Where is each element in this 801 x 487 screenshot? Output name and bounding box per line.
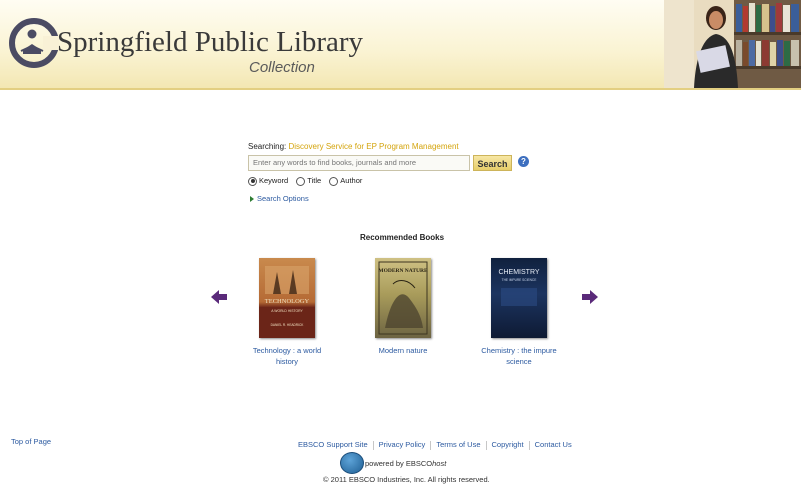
radio-author-label: Author xyxy=(340,176,363,185)
searching-label: Searching: xyxy=(248,142,287,151)
header: Springfield Public Library Collection xyxy=(0,0,801,90)
library-logo-icon[interactable] xyxy=(9,18,59,68)
book-caption-chemistry[interactable]: Chemistry : the impure science xyxy=(474,345,564,367)
radio-title-label: Title xyxy=(307,176,322,185)
search-options-label[interactable]: Search Options xyxy=(257,194,309,203)
radio-keyword-label: Keyword xyxy=(259,176,289,185)
book-caption-modern-nature[interactable]: Modern nature xyxy=(358,345,448,356)
powered-by: powered by EBSCOhost xyxy=(365,459,446,468)
book1-title: TECHNOLOGY xyxy=(265,298,310,305)
divider xyxy=(485,440,487,450)
divider xyxy=(372,440,374,450)
search-button[interactable]: Search xyxy=(473,155,512,171)
header-photo xyxy=(664,0,801,88)
arrow-left-icon[interactable] xyxy=(211,290,227,304)
book-cover-chemistry[interactable]: CHEMISTRY THE IMPURE SCIENCE xyxy=(491,258,547,338)
footer-links: EBSCO Support Site Privacy Policy Terms of… xyxy=(298,440,572,450)
contact-us-link[interactable]: Contact Us xyxy=(535,440,572,449)
book-cover-art: MODERN NATURE xyxy=(378,261,428,335)
copyright-text: © 2011 EBSCO Industries, Inc. All rights… xyxy=(323,475,490,484)
divider xyxy=(430,440,432,450)
radio-title[interactable]: Title xyxy=(296,176,321,186)
radio-author-button[interactable] xyxy=(329,176,339,186)
radio-author[interactable]: Author xyxy=(329,176,362,186)
recommended-title: Recommended Books xyxy=(360,233,445,242)
book1-subtitle: A WORLD HISTORY xyxy=(271,309,303,313)
book-caption-chemistry-line1[interactable]: Chemistry : the impure xyxy=(481,346,556,355)
book-cover-modern-nature[interactable]: MODERN NATURE xyxy=(375,258,431,338)
radio-keyword-button[interactable] xyxy=(248,176,257,186)
book-cover-technology[interactable]: TECHNOLOGY A WORLD HISTORY DANIEL R. HEA… xyxy=(259,258,315,338)
book3-title: CHEMISTRY xyxy=(498,269,539,276)
ebsco-logo-icon[interactable] xyxy=(340,452,364,474)
book-caption-chemistry-line2[interactable]: science xyxy=(506,357,531,366)
library-name[interactable]: Springfield Public Library xyxy=(57,26,363,59)
library-subtitle: Collection xyxy=(249,59,315,76)
search-input[interactable] xyxy=(248,155,470,171)
book-cover-art: TECHNOLOGY A WORLD HISTORY DANIEL R. HEA… xyxy=(259,266,315,338)
ebsco-support-link[interactable]: EBSCO Support Site xyxy=(298,440,368,449)
arrow-right-icon[interactable] xyxy=(582,290,598,304)
search-options-link[interactable]: Search Options xyxy=(250,194,309,203)
powered-by-host: host xyxy=(432,459,447,468)
database-link[interactable]: Discovery Service for EP Program Managem… xyxy=(288,142,458,151)
book-cover-art: CHEMISTRY THE IMPURE SCIENCE xyxy=(498,269,540,306)
radio-keyword[interactable]: Keyword xyxy=(248,176,288,186)
book1-author: DANIEL R. HEADRICK xyxy=(271,323,305,327)
search-section: Searching: Discovery Service for EP Prog… xyxy=(248,142,548,203)
privacy-policy-link[interactable]: Privacy Policy xyxy=(379,440,426,449)
searching-line: Searching: Discovery Service for EP Prog… xyxy=(248,142,548,151)
help-icon[interactable]: ? xyxy=(518,156,529,167)
book2-title: MODERN NATURE xyxy=(378,268,428,274)
book-caption-technology[interactable]: Technology : a world history xyxy=(242,345,332,367)
search-type-radios: Keyword Title Author xyxy=(248,176,368,186)
radio-title-button[interactable] xyxy=(296,176,306,186)
book3-subtitle: THE IMPURE SCIENCE xyxy=(502,278,537,282)
top-of-page-link[interactable]: Top of Page xyxy=(11,437,51,446)
divider xyxy=(528,440,530,450)
powered-by-text: powered by EBSCO xyxy=(365,459,433,468)
terms-of-use-link[interactable]: Terms of Use xyxy=(436,440,480,449)
copyright-link[interactable]: Copyright xyxy=(492,440,524,449)
triangle-right-icon xyxy=(250,196,254,203)
